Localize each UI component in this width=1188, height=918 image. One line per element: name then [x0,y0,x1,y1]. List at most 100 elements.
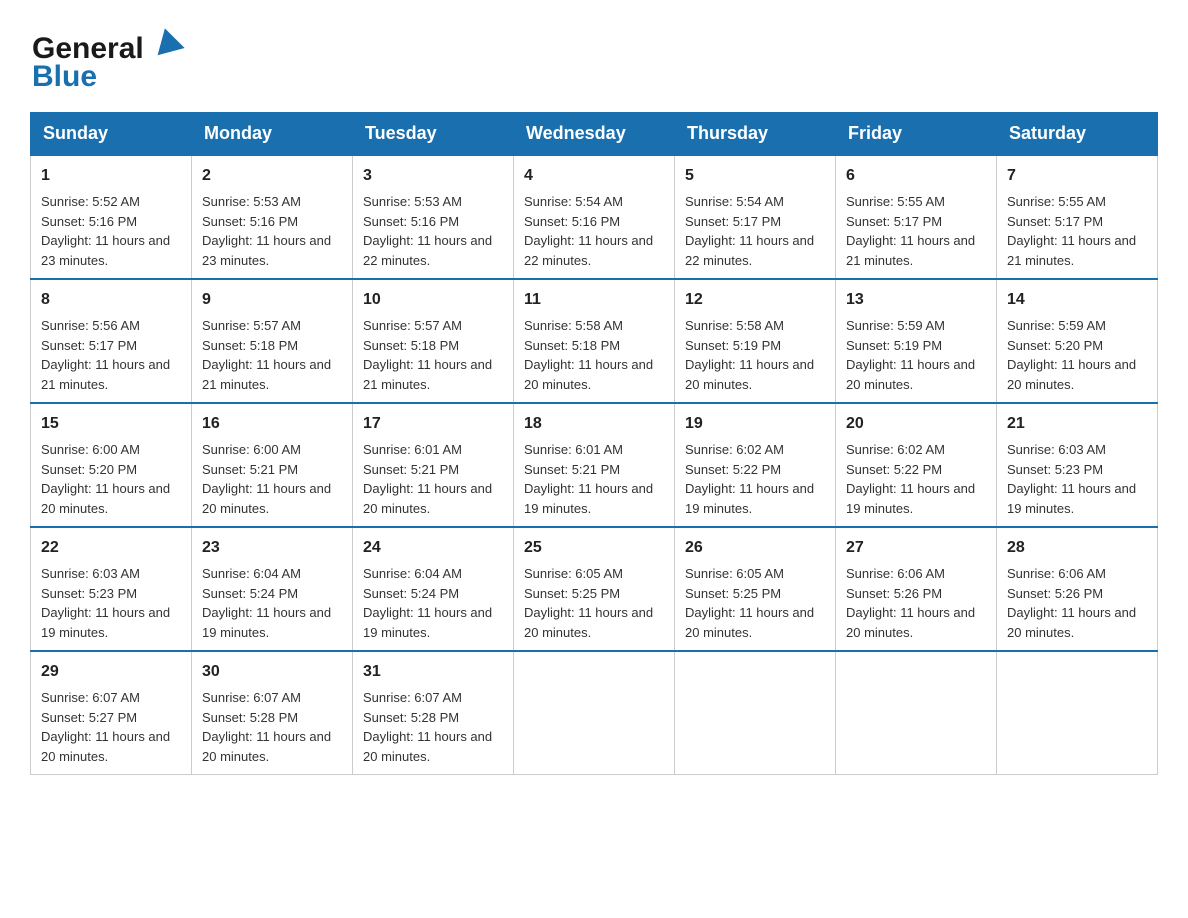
calendar-cell [514,651,675,775]
day-info: Sunrise: 5:53 AMSunset: 5:16 PMDaylight:… [363,194,492,268]
day-number: 6 [846,164,986,188]
calendar-cell: 13Sunrise: 5:59 AMSunset: 5:19 PMDayligh… [836,279,997,403]
calendar-cell: 21Sunrise: 6:03 AMSunset: 5:23 PMDayligh… [997,403,1158,527]
day-number: 5 [685,164,825,188]
calendar-cell: 11 Sunrise: 5:58 AMSunset: 5:18 PMDayligh… [514,279,675,403]
calendar-cell: 1 Sunrise: 5:52 AMSunset: 5:16 PMDaylight… [31,155,192,279]
calendar-header-saturday: Saturday [997,113,1158,156]
calendar-cell: 18 Sunrise: 6:01 AMSunset: 5:21 PMDayligh… [514,403,675,527]
day-number: 19 [685,412,825,436]
day-number: 7 [1007,164,1147,188]
day-info: Sunrise: 5:57 AMSunset: 5:18 PMDaylight:… [202,318,331,392]
day-info: Sunrise: 5:58 AMSunset: 5:19 PMDaylight:… [685,318,814,392]
day-number: 8 [41,288,181,312]
day-info: Sunrise: 6:06 AMSunset: 5:26 PMDaylight:… [846,566,975,640]
day-number: 1 [41,164,181,188]
calendar-header-tuesday: Tuesday [353,113,514,156]
day-info: Sunrise: 6:01 AMSunset: 5:21 PMDaylight:… [524,442,653,516]
day-info: Sunrise: 6:06 AMSunset: 5:26 PMDaylight:… [1007,566,1136,640]
day-info: Sunrise: 6:03 AMSunset: 5:23 PMDaylight:… [1007,442,1136,516]
day-number: 25 [524,536,664,560]
calendar-cell: 27 Sunrise: 6:06 AMSunset: 5:26 PMDayligh… [836,527,997,651]
day-info: Sunrise: 6:00 AMSunset: 5:20 PMDaylight:… [41,442,170,516]
day-number: 11 [524,288,664,312]
day-info: Sunrise: 6:03 AMSunset: 5:23 PMDaylight:… [41,566,170,640]
calendar-cell: 12 Sunrise: 5:58 AMSunset: 5:19 PMDayligh… [675,279,836,403]
day-number: 22 [41,536,181,560]
day-number: 23 [202,536,342,560]
day-number: 29 [41,660,181,684]
day-number: 27 [846,536,986,560]
calendar-cell: 31 Sunrise: 6:07 AMSunset: 5:28 PMDayligh… [353,651,514,775]
calendar-header-thursday: Thursday [675,113,836,156]
day-number: 16 [202,412,342,436]
page-header: General Blue [30,20,1158,92]
day-info: Sunrise: 6:07 AMSunset: 5:27 PMDaylight:… [41,690,170,764]
calendar-cell: 6 Sunrise: 5:55 AMSunset: 5:17 PMDaylight… [836,155,997,279]
calendar-cell: 5 Sunrise: 5:54 AMSunset: 5:17 PMDaylight… [675,155,836,279]
calendar-cell: 17 Sunrise: 6:01 AMSunset: 5:21 PMDayligh… [353,403,514,527]
calendar-header-wednesday: Wednesday [514,113,675,156]
day-info: Sunrise: 6:00 AMSunset: 5:21 PMDaylight:… [202,442,331,516]
day-info: Sunrise: 6:05 AMSunset: 5:25 PMDaylight:… [685,566,814,640]
calendar-cell [675,651,836,775]
week-row-3: 15 Sunrise: 6:00 AMSunset: 5:20 PMDayligh… [31,403,1158,527]
day-info: Sunrise: 5:58 AMSunset: 5:18 PMDaylight:… [524,318,653,392]
calendar-header-monday: Monday [192,113,353,156]
day-number: 30 [202,660,342,684]
calendar-header-row: SundayMondayTuesdayWednesdayThursdayFrid… [31,113,1158,156]
calendar-cell: 19 Sunrise: 6:02 AMSunset: 5:22 PMDayligh… [675,403,836,527]
day-info: Sunrise: 5:52 AMSunset: 5:16 PMDaylight:… [41,194,170,268]
day-number: 31 [363,660,503,684]
calendar-cell: 9Sunrise: 5:57 AMSunset: 5:18 PMDaylight… [192,279,353,403]
day-info: Sunrise: 6:04 AMSunset: 5:24 PMDaylight:… [202,566,331,640]
calendar-cell: 8 Sunrise: 5:56 AMSunset: 5:17 PMDaylight… [31,279,192,403]
day-number: 10 [363,288,503,312]
calendar-cell: 3 Sunrise: 5:53 AMSunset: 5:16 PMDaylight… [353,155,514,279]
day-number: 13 [846,288,986,312]
day-number: 17 [363,412,503,436]
calendar-cell: 29 Sunrise: 6:07 AMSunset: 5:27 PMDayligh… [31,651,192,775]
calendar-cell: 20Sunrise: 6:02 AMSunset: 5:22 PMDayligh… [836,403,997,527]
day-info: Sunrise: 5:54 AMSunset: 5:17 PMDaylight:… [685,194,814,268]
week-row-5: 29 Sunrise: 6:07 AMSunset: 5:27 PMDayligh… [31,651,1158,775]
day-number: 14 [1007,288,1147,312]
day-info: Sunrise: 6:07 AMSunset: 5:28 PMDaylight:… [363,690,492,764]
week-row-2: 8 Sunrise: 5:56 AMSunset: 5:17 PMDaylight… [31,279,1158,403]
day-info: Sunrise: 5:56 AMSunset: 5:17 PMDaylight:… [41,318,170,392]
day-number: 4 [524,164,664,188]
calendar-cell: 15 Sunrise: 6:00 AMSunset: 5:20 PMDayligh… [31,403,192,527]
svg-text:Blue: Blue [32,60,97,92]
day-info: Sunrise: 6:02 AMSunset: 5:22 PMDaylight:… [685,442,814,516]
calendar-cell: 23 Sunrise: 6:04 AMSunset: 5:24 PMDayligh… [192,527,353,651]
calendar-cell: 30 Sunrise: 6:07 AMSunset: 5:28 PMDayligh… [192,651,353,775]
day-info: Sunrise: 6:05 AMSunset: 5:25 PMDaylight:… [524,566,653,640]
calendar-cell [836,651,997,775]
day-number: 28 [1007,536,1147,560]
calendar-cell [997,651,1158,775]
calendar-cell: 25 Sunrise: 6:05 AMSunset: 5:25 PMDayligh… [514,527,675,651]
calendar-cell: 22 Sunrise: 6:03 AMSunset: 5:23 PMDayligh… [31,527,192,651]
calendar-header-friday: Friday [836,113,997,156]
day-info: Sunrise: 6:01 AMSunset: 5:21 PMDaylight:… [363,442,492,516]
day-info: Sunrise: 5:55 AMSunset: 5:17 PMDaylight:… [1007,194,1136,268]
day-number: 18 [524,412,664,436]
day-number: 12 [685,288,825,312]
week-row-4: 22 Sunrise: 6:03 AMSunset: 5:23 PMDayligh… [31,527,1158,651]
calendar-header-sunday: Sunday [31,113,192,156]
day-info: Sunrise: 5:54 AMSunset: 5:16 PMDaylight:… [524,194,653,268]
calendar-cell: 2Sunrise: 5:53 AMSunset: 5:16 PMDaylight… [192,155,353,279]
logo-svg: General Blue [30,20,190,92]
calendar-cell: 24Sunrise: 6:04 AMSunset: 5:24 PMDayligh… [353,527,514,651]
calendar-table: SundayMondayTuesdayWednesdayThursdayFrid… [30,112,1158,775]
day-info: Sunrise: 5:59 AMSunset: 5:20 PMDaylight:… [1007,318,1136,392]
day-info: Sunrise: 5:53 AMSunset: 5:16 PMDaylight:… [202,194,331,268]
day-number: 3 [363,164,503,188]
day-info: Sunrise: 5:55 AMSunset: 5:17 PMDaylight:… [846,194,975,268]
logo: General Blue [30,20,190,92]
calendar-cell: 7 Sunrise: 5:55 AMSunset: 5:17 PMDaylight… [997,155,1158,279]
day-info: Sunrise: 6:04 AMSunset: 5:24 PMDaylight:… [363,566,492,640]
day-number: 26 [685,536,825,560]
day-number: 15 [41,412,181,436]
day-info: Sunrise: 6:07 AMSunset: 5:28 PMDaylight:… [202,690,331,764]
